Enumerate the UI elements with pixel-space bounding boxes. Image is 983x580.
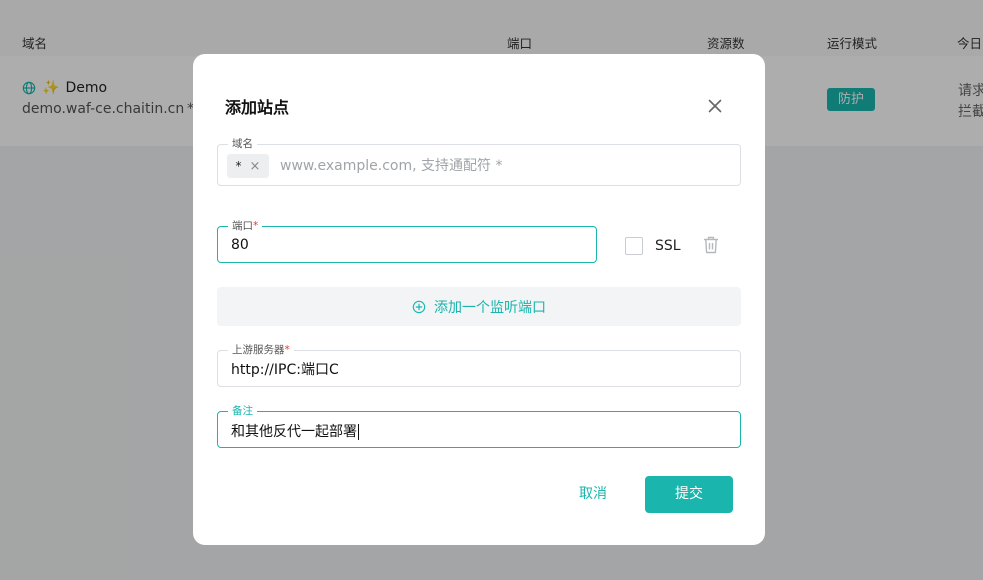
close-icon bbox=[708, 99, 722, 113]
port-legend-label: 端口 bbox=[232, 220, 253, 232]
add-site-dialog: 添加站点 域名 * × 端口* SSL 添加一个监听端口 bbox=[193, 54, 765, 545]
note-legend: 备注 bbox=[228, 404, 257, 418]
upstream-input[interactable] bbox=[231, 359, 711, 379]
note-input[interactable]: 和其他反代一起部署 bbox=[231, 421, 359, 441]
submit-button[interactable]: 提交 bbox=[645, 476, 733, 513]
port-field: 端口* bbox=[217, 219, 597, 263]
ssl-label[interactable]: SSL bbox=[655, 238, 681, 254]
cancel-button[interactable]: 取消 bbox=[565, 476, 621, 512]
domain-input[interactable] bbox=[280, 156, 720, 176]
upstream-legend: 上游服务器* bbox=[228, 343, 294, 357]
domain-legend: 域名 bbox=[228, 137, 257, 151]
upstream-required-mark: * bbox=[284, 344, 290, 356]
upstream-legend-label: 上游服务器 bbox=[232, 344, 285, 356]
note-field[interactable]: 备注 和其他反代一起部署 bbox=[217, 404, 741, 448]
port-legend: 端口* bbox=[228, 219, 263, 233]
note-value: 和其他反代一起部署 bbox=[231, 424, 357, 440]
port-input[interactable] bbox=[231, 235, 571, 255]
trash-icon[interactable] bbox=[702, 235, 720, 255]
dialog-title: 添加站点 bbox=[225, 98, 290, 117]
add-port-label: 添加一个监听端口 bbox=[434, 299, 546, 316]
add-port-button[interactable]: 添加一个监听端口 bbox=[217, 287, 741, 326]
domain-chip-label: * bbox=[235, 159, 242, 173]
port-required-mark: * bbox=[253, 220, 259, 232]
text-caret bbox=[358, 424, 359, 440]
plus-circle-icon bbox=[412, 300, 426, 313]
ssl-checkbox[interactable] bbox=[625, 237, 643, 255]
chip-remove-icon[interactable]: × bbox=[250, 159, 261, 174]
domain-field: 域名 * × bbox=[217, 137, 741, 186]
upstream-field: 上游服务器* bbox=[217, 343, 741, 387]
close-button[interactable] bbox=[703, 94, 727, 118]
domain-chip[interactable]: * × bbox=[227, 154, 269, 178]
